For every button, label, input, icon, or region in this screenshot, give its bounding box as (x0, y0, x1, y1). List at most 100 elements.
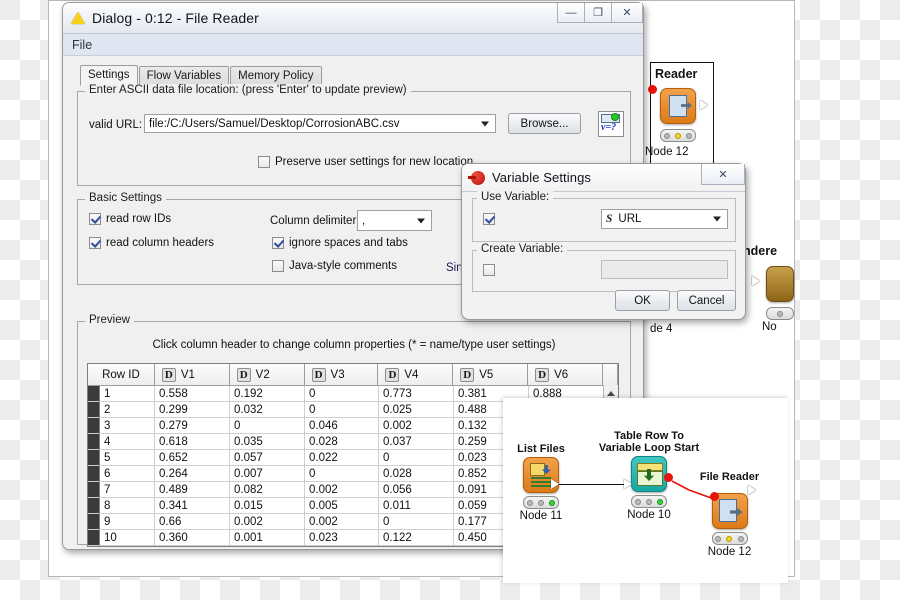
column-delimiter-combo[interactable]: , (357, 210, 432, 231)
double-type-icon: D (161, 367, 176, 382)
column-header-v3-label: V3 (330, 368, 345, 381)
row-selector[interactable] (88, 402, 100, 418)
cell-v4: 0.028 (379, 466, 454, 482)
status-dot (526, 499, 533, 506)
row-selector[interactable] (88, 434, 100, 450)
use-variable-group: Use Variable: S URL (472, 191, 736, 242)
cancel-button[interactable]: Cancel (677, 290, 736, 311)
workflow-node-file-reader-id: Node 12 (707, 546, 752, 558)
cell-v4: 0.773 (379, 386, 454, 402)
use-variable-combo[interactable]: S URL (601, 209, 728, 229)
cell-row-id: 10 (100, 530, 155, 546)
row-selector[interactable] (88, 386, 100, 402)
flow-variable-button[interactable]: v=? (598, 111, 624, 137)
status-dot (715, 535, 722, 542)
read-column-headers-row[interactable]: read column headers (89, 237, 214, 249)
variable-input-port-icon[interactable] (710, 492, 719, 501)
cell-row-id: 5 (100, 450, 155, 466)
variable-close-button[interactable]: ✕ (701, 164, 745, 185)
tab-settings[interactable]: Settings (80, 65, 138, 86)
create-variable-input[interactable] (601, 260, 728, 279)
variable-output-port-icon[interactable] (664, 473, 673, 482)
chevron-down-icon[interactable] (417, 218, 425, 223)
column-header-v5[interactable]: D V5 (453, 364, 529, 386)
cell-v1: 0.66 (155, 514, 230, 530)
create-variable-checkbox[interactable] (483, 264, 495, 276)
cell-v3: 0 (305, 402, 379, 418)
loop-start-icon[interactable] (631, 456, 667, 492)
use-variable-checkbox[interactable] (483, 213, 495, 225)
column-header-v2-label: V2 (255, 368, 270, 381)
column-header-v6-label: V6 (554, 368, 569, 381)
column-header-v6[interactable]: D V6 (528, 364, 604, 386)
close-button[interactable]: ✕ (611, 3, 643, 23)
dialog-title: Dialog - 0:12 - File Reader (92, 10, 259, 26)
maximize-button[interactable]: ❐ (584, 3, 612, 23)
java-comments-row[interactable]: Java-style comments (272, 260, 397, 272)
green-dot-icon (611, 113, 619, 121)
renderer-node-icon[interactable] (766, 266, 794, 302)
row-selector[interactable] (88, 514, 100, 530)
java-comments-checkbox[interactable] (272, 260, 284, 272)
dialog-tabs[interactable]: Settings Flow Variables Memory Policy (63, 65, 643, 86)
preview-table-header[interactable]: Row ID D V1 D V2 D V3 D V4 D V5 D V6 (88, 364, 618, 386)
dialog-titlebar[interactable]: Dialog - 0:12 - File Reader — ❐ ✕ (63, 3, 643, 34)
chevron-down-icon[interactable] (481, 121, 489, 126)
variable-port-icon (648, 85, 657, 94)
row-selector[interactable] (88, 498, 100, 514)
row-selector[interactable] (88, 418, 100, 434)
read-row-ids-row[interactable]: read row IDs (89, 213, 171, 225)
workflow-node-loop-start-id: Node 10 (627, 509, 671, 521)
workflow-node-file-reader-status (711, 532, 748, 545)
cell-v2: 0.035 (230, 434, 305, 450)
row-selector[interactable] (88, 466, 100, 482)
cell-v3: 0.023 (305, 530, 379, 546)
background-node-renderer-status (766, 307, 794, 320)
cell-v2: 0.057 (230, 450, 305, 466)
url-combo[interactable]: file:/C:/Users/Samuel/Desktop/CorrosionA… (144, 114, 496, 133)
row-selector[interactable] (88, 530, 100, 546)
status-dot-executed (549, 499, 556, 506)
read-row-ids-checkbox[interactable] (89, 213, 101, 225)
output-port-icon[interactable] (748, 485, 756, 495)
flow-variable-red-icon (468, 170, 485, 185)
cell-v2: 0.032 (230, 402, 305, 418)
chevron-down-icon[interactable] (713, 216, 721, 222)
preserve-settings-row[interactable]: Preserve user settings for new location (258, 156, 473, 168)
cell-v1: 0.279 (155, 418, 230, 434)
cell-v2: 0.007 (230, 466, 305, 482)
column-header-v1[interactable]: D V1 (154, 364, 230, 386)
column-header-v4[interactable]: D V4 (378, 364, 454, 386)
input-port-icon (752, 276, 760, 286)
read-column-headers-checkbox[interactable] (89, 237, 101, 249)
tab-memory-policy[interactable]: Memory Policy (230, 66, 322, 85)
cell-v1: 0.360 (155, 530, 230, 546)
ignore-spaces-checkbox[interactable] (272, 237, 284, 249)
row-selector[interactable] (88, 450, 100, 466)
workflow-node-loop-start[interactable]: Table Row To Variable Loop Start Node 10 (596, 430, 702, 521)
dialog-menubar[interactable]: File (63, 34, 643, 56)
column-header-row-id[interactable]: Row ID (88, 364, 155, 386)
cell-v1: 0.264 (155, 466, 230, 482)
create-variable-group: Create Variable: (472, 243, 736, 292)
variable-dialog-titlebar[interactable]: Variable Settings ✕ (462, 164, 745, 192)
column-header-v3[interactable]: D V3 (304, 364, 379, 386)
ignore-spaces-row[interactable]: ignore spaces and tabs (272, 237, 408, 249)
browse-button[interactable]: Browse... (508, 113, 581, 134)
column-delimiter-value: , (362, 214, 366, 227)
menu-item-file[interactable]: File (72, 38, 92, 52)
cell-v3: 0 (305, 466, 379, 482)
cell-row-id: 8 (100, 498, 155, 514)
preserve-settings-checkbox[interactable] (258, 156, 270, 168)
workflow-node-list-files[interactable]: List Files Node 11 (514, 443, 568, 522)
minimize-button[interactable]: — (557, 3, 585, 23)
column-header-overflow[interactable] (603, 364, 618, 386)
ok-button[interactable]: OK (615, 290, 670, 311)
variable-settings-dialog[interactable]: Variable Settings ✕ Use Variable: S URL … (461, 163, 746, 320)
column-header-v2[interactable]: D V2 (229, 364, 305, 386)
tab-flow-variables[interactable]: Flow Variables (138, 66, 230, 85)
output-port-icon[interactable] (551, 479, 559, 489)
input-port-icon[interactable] (624, 479, 632, 489)
scroll-up-icon[interactable] (607, 391, 615, 396)
row-selector[interactable] (88, 482, 100, 498)
